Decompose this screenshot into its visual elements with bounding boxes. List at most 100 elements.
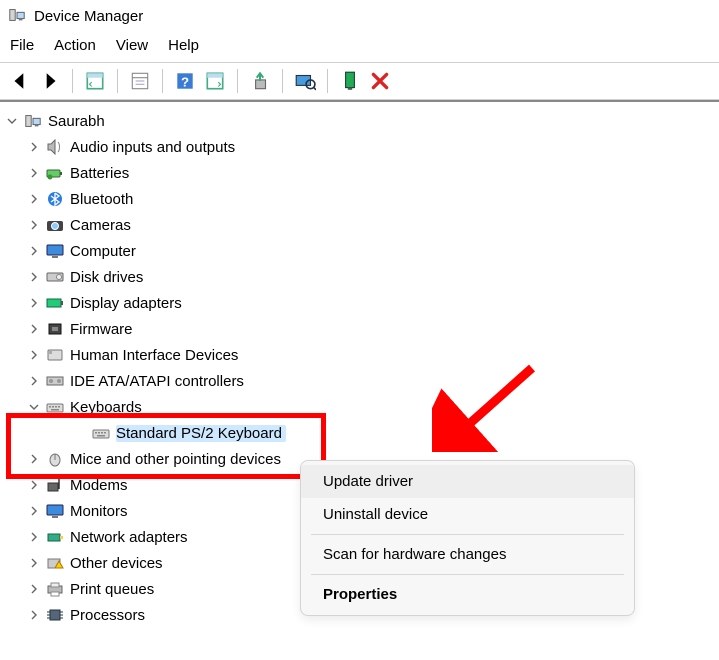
tree-item-label: Audio inputs and outputs xyxy=(70,139,235,156)
toolbar-divider xyxy=(327,69,328,93)
warning-icon xyxy=(44,554,66,572)
tree-item-standard-ps2-keyboard[interactable]: Standard PS/2 Keyboard xyxy=(72,420,719,446)
chevron-right-icon[interactable] xyxy=(26,194,42,204)
forward-button[interactable] xyxy=(36,68,64,94)
tree-item-keyboards[interactable]: Keyboards xyxy=(26,394,719,420)
chevron-down-icon[interactable] xyxy=(4,116,20,126)
modem-icon xyxy=(44,476,66,494)
tree-item-label: Print queues xyxy=(70,581,154,598)
monitor-icon xyxy=(44,242,66,260)
action-pane-button[interactable] xyxy=(201,68,229,94)
tree-item-label: Computer xyxy=(70,243,136,260)
tree-item-ide[interactable]: IDE ATA/ATAPI controllers xyxy=(26,368,719,394)
disk-icon xyxy=(44,268,66,286)
uninstall-button[interactable] xyxy=(366,68,394,94)
toolbar-divider xyxy=(72,69,73,93)
bluetooth-icon xyxy=(44,190,66,208)
tree-item-label: Network adapters xyxy=(70,529,188,546)
tree-item-label: Firmware xyxy=(70,321,133,338)
chevron-right-icon[interactable] xyxy=(26,324,42,334)
tree-item-label: Modems xyxy=(70,477,128,494)
mouse-icon xyxy=(44,450,66,468)
tree-item-label: Disk drives xyxy=(70,269,143,286)
context-menu: Update driver Uninstall device Scan for … xyxy=(300,460,635,616)
app-icon xyxy=(8,6,26,27)
chevron-right-icon[interactable] xyxy=(26,272,42,282)
chevron-right-icon[interactable] xyxy=(26,584,42,594)
show-hide-tree-button[interactable] xyxy=(81,68,109,94)
context-menu-update-driver[interactable]: Update driver xyxy=(301,465,634,498)
context-menu-scan-hardware[interactable]: Scan for hardware changes xyxy=(301,538,634,571)
chevron-right-icon[interactable] xyxy=(26,142,42,152)
context-menu-separator xyxy=(311,574,624,575)
keyboard-icon xyxy=(90,424,112,442)
menu-view[interactable]: View xyxy=(116,37,148,54)
tree-item-hid[interactable]: Human Interface Devices xyxy=(26,342,719,368)
hid-icon xyxy=(44,346,66,364)
chevron-right-icon[interactable] xyxy=(26,246,42,256)
help-button[interactable] xyxy=(171,68,199,94)
chevron-right-icon[interactable] xyxy=(26,506,42,516)
computer-icon xyxy=(22,112,44,130)
toolbar-divider xyxy=(117,69,118,93)
menu-file[interactable]: File xyxy=(10,37,34,54)
back-button[interactable] xyxy=(6,68,34,94)
chevron-right-icon[interactable] xyxy=(26,610,42,620)
chevron-right-icon[interactable] xyxy=(26,558,42,568)
tree-item-label: Display adapters xyxy=(70,295,182,312)
chevron-right-icon[interactable] xyxy=(26,376,42,386)
menu-help[interactable]: Help xyxy=(168,37,199,54)
update-driver-button[interactable] xyxy=(246,68,274,94)
tree-item-label: Standard PS/2 Keyboard xyxy=(116,425,286,442)
menu-bar: File Action View Help xyxy=(0,31,719,62)
gpu-icon xyxy=(44,294,66,312)
chevron-right-icon[interactable] xyxy=(26,532,42,542)
tree-item-label: Monitors xyxy=(70,503,128,520)
chevron-right-icon[interactable] xyxy=(26,168,42,178)
tree-item-label: Human Interface Devices xyxy=(70,347,238,364)
context-menu-uninstall-device[interactable]: Uninstall device xyxy=(301,498,634,531)
context-menu-separator xyxy=(311,534,624,535)
tree-item-label: Processors xyxy=(70,607,145,624)
chevron-right-icon[interactable] xyxy=(26,350,42,360)
ide-icon xyxy=(44,372,66,390)
toolbar xyxy=(0,63,719,99)
speaker-icon xyxy=(44,138,66,156)
printer-icon xyxy=(44,580,66,598)
chevron-right-icon[interactable] xyxy=(26,220,42,230)
tree-item-firmware[interactable]: Firmware xyxy=(26,316,719,342)
tree-root-label: Saurabh xyxy=(48,113,105,130)
title-bar: Device Manager xyxy=(0,0,719,31)
toolbar-divider xyxy=(282,69,283,93)
properties-button[interactable] xyxy=(126,68,154,94)
chevron-right-icon[interactable] xyxy=(26,454,42,464)
monitor-icon xyxy=(44,502,66,520)
camera-icon xyxy=(44,216,66,234)
tree-item-disk-drives[interactable]: Disk drives xyxy=(26,264,719,290)
tree-item-label: Keyboards xyxy=(70,399,142,416)
toolbar-divider xyxy=(162,69,163,93)
device-button[interactable] xyxy=(336,68,364,94)
chip-icon xyxy=(44,320,66,338)
tree-item-cameras[interactable]: Cameras xyxy=(26,212,719,238)
tree-root[interactable]: Saurabh xyxy=(4,108,719,134)
menu-action[interactable]: Action xyxy=(54,37,96,54)
context-menu-properties[interactable]: Properties xyxy=(301,578,634,611)
tree-item-label: Mice and other pointing devices xyxy=(70,451,281,468)
tree-item-display-adapters[interactable]: Display adapters xyxy=(26,290,719,316)
chevron-right-icon[interactable] xyxy=(26,298,42,308)
toolbar-divider xyxy=(237,69,238,93)
tree-item-label: Bluetooth xyxy=(70,191,133,208)
scan-hardware-button[interactable] xyxy=(291,68,319,94)
tree-item-label: Cameras xyxy=(70,217,131,234)
tree-item-computer[interactable]: Computer xyxy=(26,238,719,264)
cpu-icon xyxy=(44,606,66,624)
chevron-right-icon[interactable] xyxy=(26,480,42,490)
chevron-down-icon[interactable] xyxy=(26,402,42,412)
keyboard-icon xyxy=(44,398,66,416)
network-icon xyxy=(44,528,66,546)
tree-item-batteries[interactable]: Batteries xyxy=(26,160,719,186)
tree-item-bluetooth[interactable]: Bluetooth xyxy=(26,186,719,212)
tree-item-audio[interactable]: Audio inputs and outputs xyxy=(26,134,719,160)
tree-item-label: Batteries xyxy=(70,165,129,182)
